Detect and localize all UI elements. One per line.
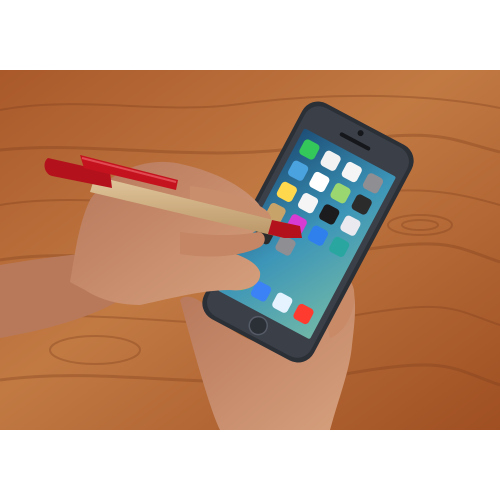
product-photo	[0, 70, 500, 430]
